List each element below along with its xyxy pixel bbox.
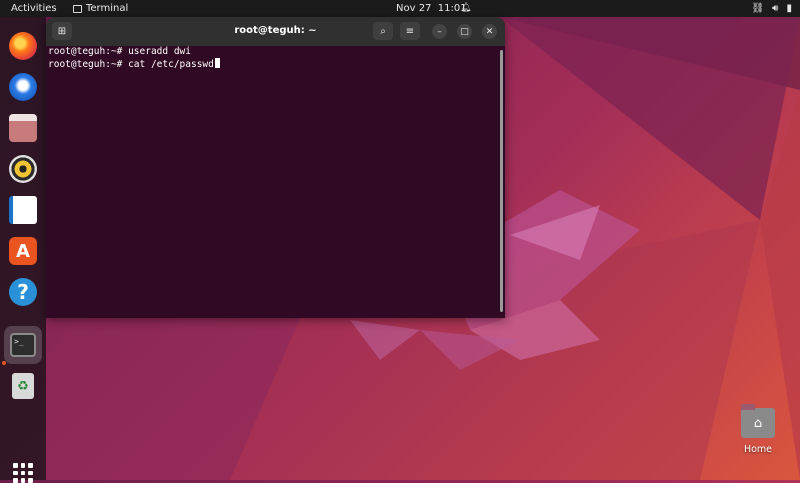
search-icon: ⌕ [380, 25, 386, 37]
terminal-headerbar[interactable]: ⊞ root@teguh: ~ ⌕ ≡ – □ ✕ [46, 17, 505, 46]
dock-writer[interactable] [6, 193, 40, 227]
clock-button[interactable]: Nov 27 11:01 [396, 2, 467, 15]
terminal-app-icon [73, 4, 82, 13]
terminal-line: root@teguh:~# useradd dwi [48, 46, 191, 57]
home-label: Home [743, 444, 773, 455]
dock-files[interactable] [6, 111, 40, 145]
maximize-button[interactable]: □ [457, 24, 472, 39]
network-icon: ⛓ [751, 3, 765, 14]
show-apps-button[interactable] [13, 463, 33, 483]
hamburger-icon: ≡ [405, 25, 415, 37]
dock-terminal[interactable]: >_ [4, 326, 42, 364]
search-button[interactable]: ⌕ [373, 22, 393, 40]
terminal-scrollbar[interactable] [500, 50, 503, 312]
home-folder-icon: ⌂ [741, 404, 775, 438]
terminal-window: ⊞ root@teguh: ~ ⌕ ≡ – □ ✕ root@teguh:~# … [46, 17, 505, 318]
terminal-output[interactable]: root@teguh:~# useradd dwi root@teguh:~# … [46, 46, 505, 318]
dock-thunderbird[interactable] [6, 70, 40, 104]
activities-button[interactable]: Activities [11, 2, 57, 15]
dock-software[interactable]: A [6, 234, 40, 268]
mail-icon [9, 73, 37, 101]
dock-trash[interactable]: ♻ [6, 369, 40, 403]
dock: A ? >_ ♻ [0, 17, 46, 483]
terminal-line-current: root@teguh:~# cat /etc/passwd [48, 57, 505, 71]
text-cursor [214, 57, 220, 68]
running-indicator [2, 361, 6, 365]
close-button[interactable]: ✕ [482, 24, 497, 39]
app-menu-label: Terminal [86, 3, 129, 14]
system-menu-button[interactable]: ⛓ 🔊︎ ▮ [751, 2, 792, 15]
top-bar: Activities Terminal Nov 27 11:01 🔔︎ ⛓ 🔊︎… [0, 0, 800, 17]
help-icon: ? [9, 278, 37, 306]
desktop-home-item[interactable]: ⌂ Home [734, 404, 782, 455]
firefox-icon [9, 32, 37, 60]
rhythmbox-icon [9, 155, 37, 183]
terminal-line-text: root@teguh:~# cat /etc/passwd [48, 58, 214, 70]
store-icon: A [9, 237, 37, 265]
app-menu-button[interactable]: Terminal [73, 2, 128, 15]
close-icon: ✕ [485, 26, 494, 37]
minimize-icon: – [437, 26, 442, 37]
clock-date: Nov 27 [396, 3, 432, 14]
minimize-button[interactable]: – [432, 24, 447, 39]
terminal-icon: >_ [10, 333, 36, 357]
trash-icon: ♻ [12, 373, 34, 399]
writer-icon [9, 196, 37, 224]
dock-firefox[interactable] [6, 29, 40, 63]
files-icon [9, 114, 37, 142]
dock-help[interactable]: ? [6, 275, 40, 309]
notification-icon: 🔔︎ [460, 3, 472, 13]
volume-icon: 🔊︎ [772, 3, 779, 14]
maximize-icon: □ [460, 26, 469, 37]
dock-rhythmbox[interactable] [6, 152, 40, 186]
battery-icon: ▮ [786, 3, 792, 14]
menu-button[interactable]: ≡ [400, 22, 420, 40]
